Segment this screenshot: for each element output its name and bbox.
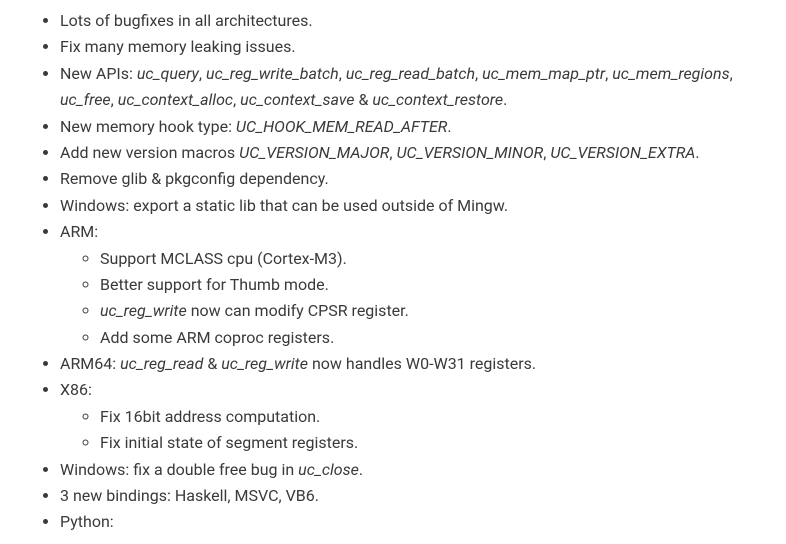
- code-identifier: uc_reg_read: [120, 354, 203, 373]
- list-item: ARM64: uc_reg_read & uc_reg_write now ha…: [60, 351, 766, 377]
- code-identifier: uc_context_alloc: [118, 90, 233, 109]
- changelog-list: Lots of bugfixes in all architectures.Fi…: [20, 8, 766, 536]
- code-identifier: UC_HOOK_MEM_READ_AFTER: [236, 117, 447, 136]
- list-item: Support MCLASS cpu (Cortex-M3).: [100, 246, 766, 272]
- list-item: Windows: fix a double free bug in uc_clo…: [60, 457, 766, 483]
- list-item: Fix many memory leaking issues.: [60, 34, 766, 60]
- code-identifier: UC_VERSION_MINOR: [396, 143, 543, 162]
- list-item: 3 new bindings: Haskell, MSVC, VB6.: [60, 483, 766, 509]
- list-item: uc_reg_write now can modify CPSR registe…: [100, 298, 766, 324]
- code-identifier: uc_reg_read_batch: [346, 64, 475, 83]
- list-item: Lots of bugfixes in all architectures.: [60, 8, 766, 34]
- code-identifier: uc_close: [298, 460, 359, 479]
- code-identifier: uc_reg_write: [100, 301, 187, 320]
- code-identifier: UC_VERSION_MAJOR: [239, 143, 389, 162]
- code-identifier: UC_VERSION_EXTRA: [550, 143, 695, 162]
- list-item: New APIs: uc_query, uc_reg_write_batch, …: [60, 61, 766, 114]
- code-identifier: uc_reg_write_batch: [206, 64, 339, 83]
- list-item: Add new version macros UC_VERSION_MAJOR,…: [60, 140, 766, 166]
- list-item: New memory hook type: UC_HOOK_MEM_READ_A…: [60, 114, 766, 140]
- list-item: Fix initial state of segment registers.: [100, 430, 766, 456]
- code-identifier: uc_query: [137, 64, 199, 83]
- code-identifier: uc_reg_write: [221, 354, 308, 373]
- list-item: Remove glib & pkgconfig dependency.: [60, 166, 766, 192]
- list-item: Add some ARM coproc registers.: [100, 325, 766, 351]
- list-item: X86:Fix 16bit address computation.Fix in…: [60, 377, 766, 456]
- list-item: Windows: export a static lib that can be…: [60, 193, 766, 219]
- code-identifier: uc_mem_map_ptr: [482, 64, 605, 83]
- code-identifier: uc_context_restore: [372, 90, 503, 109]
- code-identifier: uc_mem_regions: [612, 64, 729, 83]
- sub-list: Fix 16bit address computation.Fix initia…: [60, 404, 766, 457]
- sub-list: Support MCLASS cpu (Cortex-M3).Better su…: [60, 246, 766, 352]
- list-item: Fix 16bit address computation.: [100, 404, 766, 430]
- list-item: ARM:Support MCLASS cpu (Cortex-M3).Bette…: [60, 219, 766, 351]
- list-item: Python:: [60, 509, 766, 535]
- code-identifier: uc_free: [60, 90, 111, 109]
- code-identifier: uc_context_save: [240, 90, 354, 109]
- list-item: Better support for Thumb mode.: [100, 272, 766, 298]
